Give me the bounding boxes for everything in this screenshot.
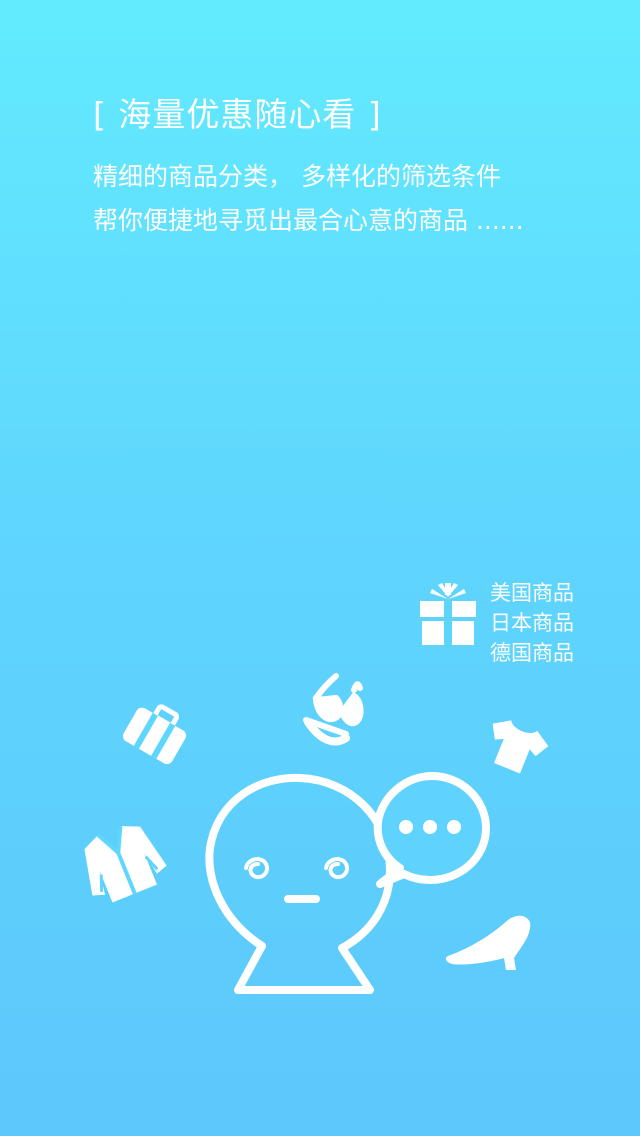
bra-icon (303, 673, 364, 746)
high-heel-icon (445, 915, 531, 970)
gift-icon (420, 583, 476, 645)
tshirt-icon (492, 720, 549, 774)
origin-japan: 日本商品 (490, 611, 574, 635)
product-origin-list: 美国商品 日本商品 德国商品 (490, 578, 574, 668)
jacket-icon (84, 825, 167, 903)
mascot-mouth (284, 895, 320, 903)
description-line-2: 帮你便捷地寻觅出最合心意的商品 ...... (93, 206, 524, 235)
mascot-face (244, 857, 349, 879)
suitcase-icon (122, 704, 187, 765)
description-line-1: 精细的商品分类， 多样化的筛选条件 (93, 162, 501, 191)
page-headline: [ 海量优惠随心看 ] (93, 95, 382, 134)
feature-description: 精细的商品分类， 多样化的筛选条件 帮你便捷地寻觅出最合心意的商品 ...... (93, 155, 524, 243)
shopping-illustration (84, 673, 549, 994)
speech-bubble-icon (373, 772, 490, 888)
mascot-icon (205, 773, 394, 994)
origin-us: 美国商品 (490, 581, 574, 605)
